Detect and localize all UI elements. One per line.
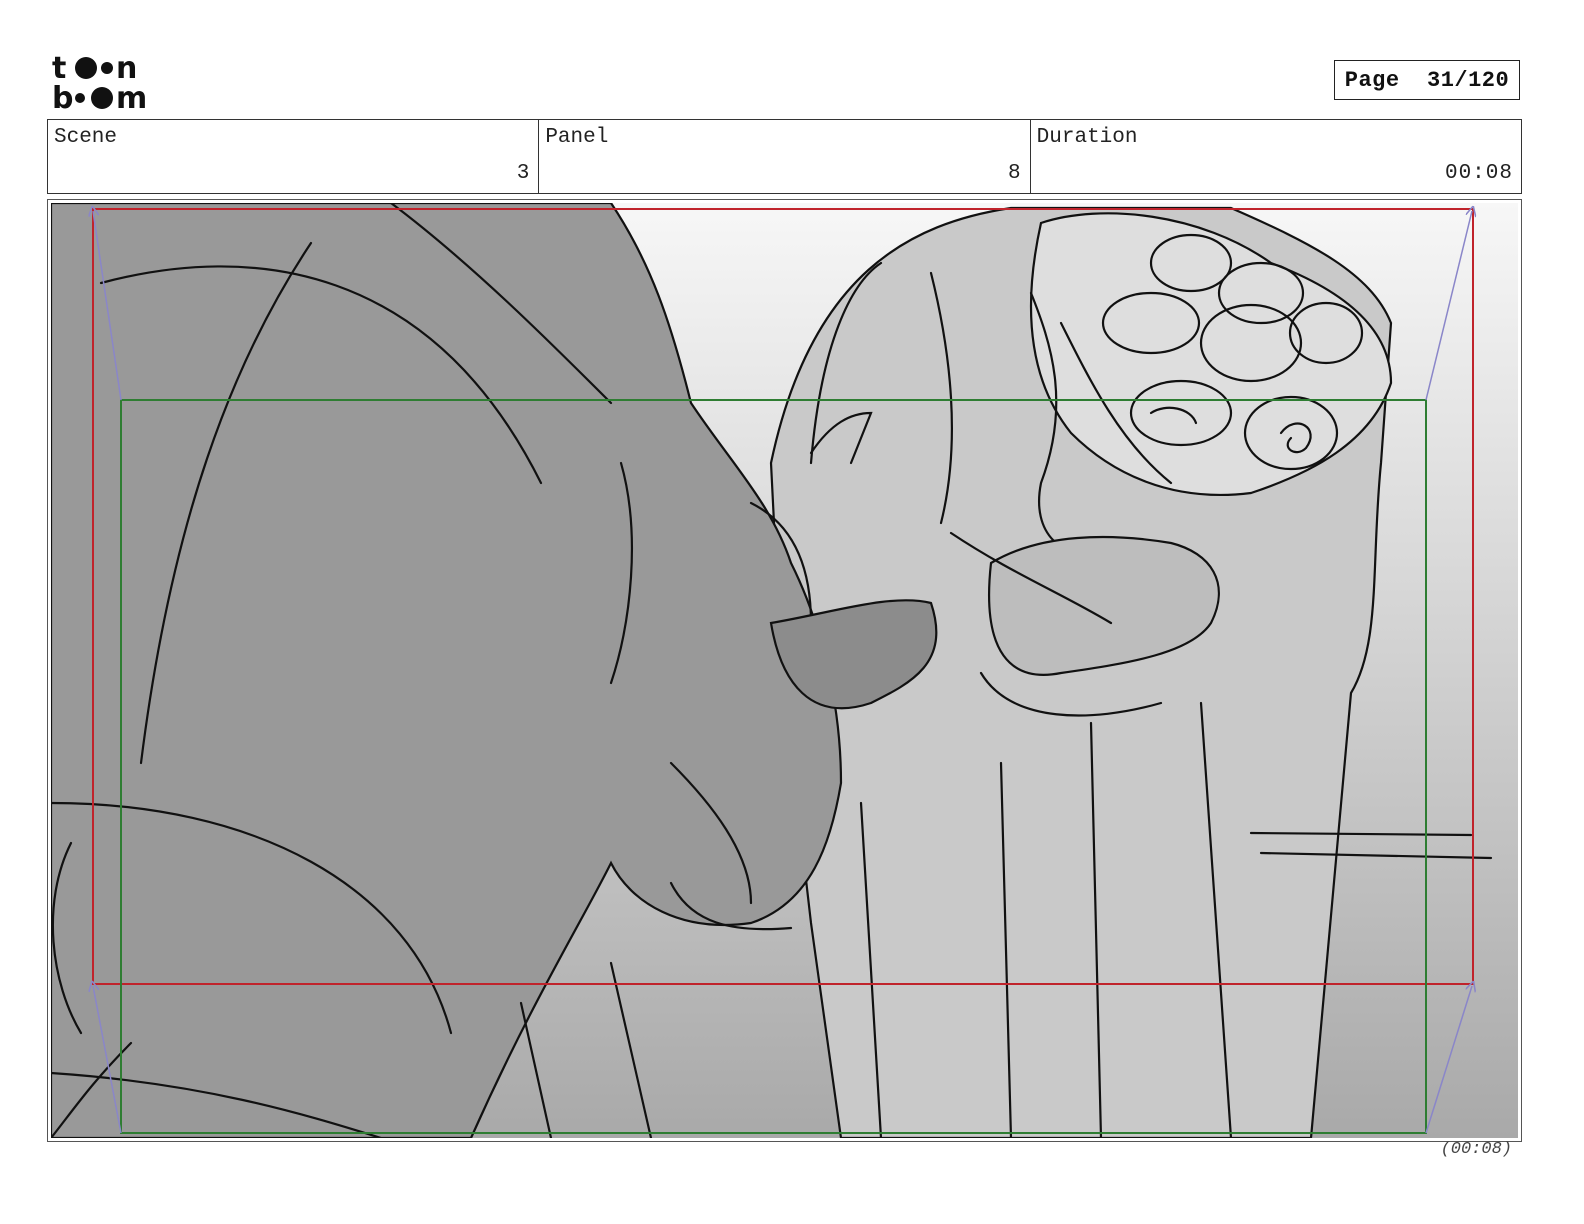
toonboom-logo-graphic: t n b m bbox=[52, 52, 147, 112]
storyboard-panel bbox=[47, 199, 1522, 1142]
panel-info-header: Scene 3 Panel 8 Duration 00:08 bbox=[47, 119, 1522, 194]
duration-value: 00:08 bbox=[1444, 162, 1513, 185]
scene-cell: Scene 3 bbox=[48, 120, 540, 193]
svg-text:m: m bbox=[116, 81, 147, 112]
scene-value: 3 bbox=[516, 162, 531, 185]
toonboom-logo: t n b m bbox=[52, 52, 164, 112]
page-label: Page bbox=[1344, 67, 1400, 93]
scene-label: Scene bbox=[54, 126, 118, 149]
panel-value: 8 bbox=[1008, 162, 1022, 185]
page-indicator: Page 31/120 bbox=[1334, 60, 1520, 100]
panel-duration-footer: (00:08) bbox=[1440, 1140, 1512, 1159]
svg-text:b: b bbox=[52, 81, 73, 112]
panel-drawing bbox=[51, 203, 1518, 1138]
duration-cell: Duration 00:08 bbox=[1031, 120, 1521, 193]
page-number: 31/120 bbox=[1427, 67, 1510, 93]
panel-label: Panel bbox=[545, 126, 609, 149]
panel-cell: Panel 8 bbox=[539, 120, 1031, 193]
duration-label: Duration bbox=[1036, 126, 1138, 149]
